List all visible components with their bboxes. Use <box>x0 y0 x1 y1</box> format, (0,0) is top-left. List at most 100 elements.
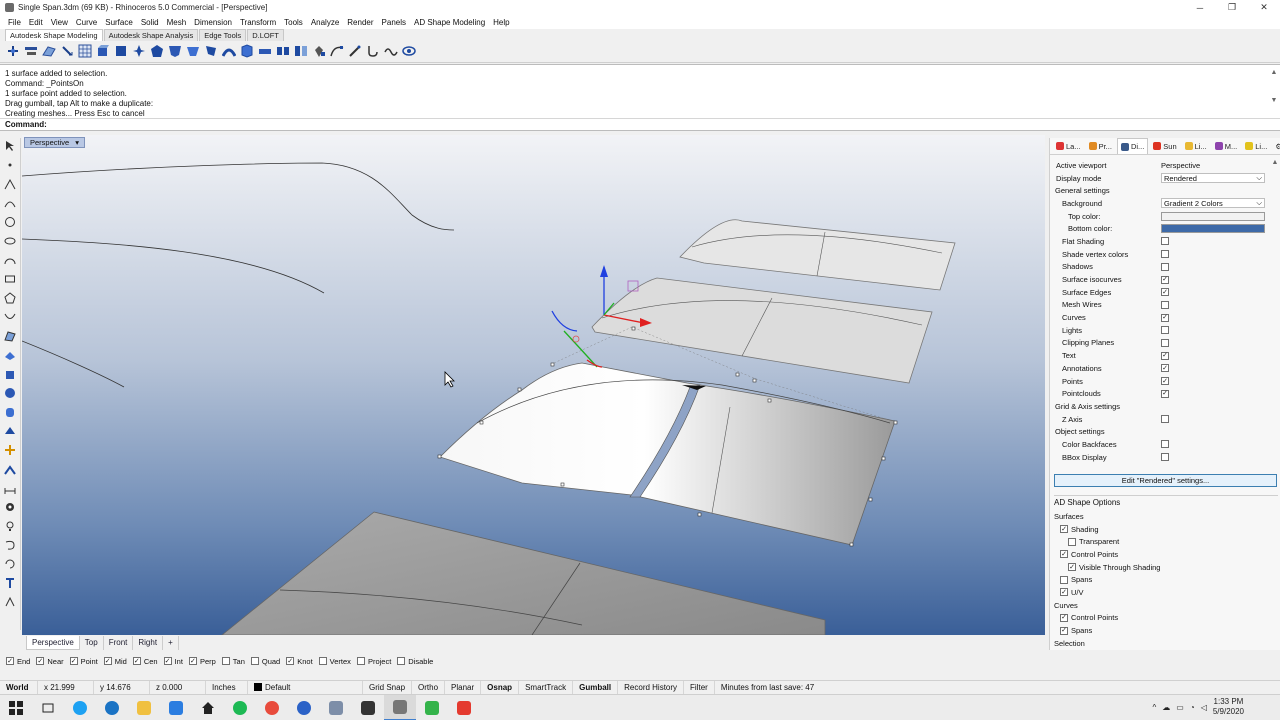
ad-option-row[interactable]: ✓ U/V <box>1054 586 1278 599</box>
ellipse-icon[interactable] <box>3 234 17 248</box>
osnap-checkbox[interactable] <box>318 657 327 665</box>
tab-lights[interactable]: Li... <box>1242 138 1270 154</box>
menu-panels[interactable]: Panels <box>378 18 410 27</box>
add-viewport-tab-button[interactable]: + <box>163 636 179 650</box>
render-icon[interactable] <box>3 500 17 514</box>
extrude-tool-icon[interactable] <box>239 43 255 59</box>
hook-curve-icon[interactable] <box>3 538 17 552</box>
smarttrack-toggle[interactable]: SmartTrack <box>519 680 574 695</box>
ad-option-checkbox[interactable]: ✓ <box>1060 550 1068 559</box>
display-option-checkbox[interactable]: ✓ <box>1161 275 1169 284</box>
select-arrow-icon[interactable] <box>3 139 17 153</box>
osnap-checkbox[interactable] <box>221 657 230 665</box>
osnap-checkbox[interactable]: ✓ <box>286 657 295 665</box>
sphere-solid-icon[interactable] <box>3 386 17 400</box>
ad-option-checkbox[interactable] <box>1068 537 1076 546</box>
record-history-toggle[interactable]: Record History <box>618 680 685 695</box>
ad-option-checkbox[interactable]: ✓ <box>1060 613 1068 622</box>
display-option-checkbox[interactable]: ✓ <box>1161 377 1169 386</box>
surface-tool-icon[interactable] <box>41 43 57 59</box>
menu-dimension[interactable]: Dimension <box>190 18 236 27</box>
camtasia-red-icon[interactable] <box>448 695 480 720</box>
menu-transform[interactable]: Transform <box>236 18 280 27</box>
osnap-disable[interactable]: Disable <box>397 657 433 666</box>
ad-option-row[interactable]: ✓ Shading <box>1054 523 1278 536</box>
osnap-checkbox[interactable] <box>397 657 406 665</box>
camtasia-green-icon[interactable] <box>416 695 448 720</box>
ad-option-checkbox[interactable] <box>1060 575 1068 584</box>
display-option-checkbox[interactable] <box>1161 250 1169 259</box>
menu-analyze[interactable]: Analyze <box>307 18 343 27</box>
gumball-toggle[interactable]: Gumball <box>573 680 619 695</box>
extrude-surface-icon[interactable] <box>3 348 17 362</box>
osnap-checkbox[interactable] <box>356 657 365 665</box>
display-option-checkbox[interactable]: ✓ <box>1161 288 1169 297</box>
ad-option-checkbox[interactable]: ✓ <box>1060 525 1068 534</box>
tab-front[interactable]: Front <box>104 636 134 650</box>
surface-from-curves-icon[interactable] <box>3 329 17 343</box>
ad-option-row[interactable]: ✓ Control Points <box>1054 548 1278 561</box>
document-icon[interactable] <box>320 695 352 720</box>
chrome-icon[interactable] <box>256 695 288 720</box>
ad-option-checkbox[interactable]: ✓ <box>1068 563 1076 572</box>
menu-surface[interactable]: Surface <box>101 18 137 27</box>
tab-properties[interactable]: Pr... <box>1086 138 1115 154</box>
curve-tool-icon[interactable] <box>329 43 345 59</box>
top-color-swatch[interactable] <box>1161 211 1265 221</box>
ad-option-row[interactable]: ✓ Visible Through Shading <box>1054 561 1278 574</box>
osnap-checkbox[interactable]: ✓ <box>69 657 78 665</box>
tab-top[interactable]: Top <box>80 636 104 650</box>
tab-libraries[interactable]: Li... <box>1182 138 1210 154</box>
osnap-toggle[interactable]: Osnap <box>481 680 520 695</box>
ad-option-row[interactable]: Spans <box>1054 573 1278 586</box>
flow-tool-icon[interactable] <box>185 43 201 59</box>
units-indicator[interactable]: Inches <box>206 680 248 695</box>
text-icon[interactable] <box>3 576 17 590</box>
viewport-title[interactable]: Perspective ▾ <box>24 137 85 148</box>
ad-option-row[interactable]: ✓ Spans <box>1054 624 1278 637</box>
osnap-checkbox[interactable]: ✓ <box>103 657 112 665</box>
osnap-int[interactable]: ✓ Int <box>163 657 183 666</box>
pen-tool-icon[interactable] <box>347 43 363 59</box>
osnap-tan[interactable]: Tan <box>221 657 245 666</box>
home-icon[interactable] <box>192 695 224 720</box>
battery-icon[interactable]: ▭ <box>1176 703 1184 712</box>
display-option-checkbox[interactable]: ✓ <box>1161 364 1169 373</box>
osnap-checkbox[interactable]: ✓ <box>163 657 172 665</box>
tab-dloft[interactable]: D.LOFT <box>247 29 284 41</box>
display-option-checkbox[interactable]: ✓ <box>1161 313 1169 322</box>
properties-scrollbar[interactable]: ▲ <box>1271 159 1279 469</box>
menu-solid[interactable]: Solid <box>137 18 163 27</box>
panel-settings-icon[interactable]: ⚙ <box>1272 138 1280 154</box>
osnap-checkbox[interactable]: ✓ <box>6 657 14 665</box>
skype-icon[interactable] <box>64 695 96 720</box>
perspective-viewport[interactable]: Perspective ▾ <box>22 135 1045 635</box>
close-button[interactable]: ✕ <box>1248 0 1280 15</box>
calculator-icon[interactable] <box>352 695 384 720</box>
cylinder-solid-icon[interactable] <box>3 405 17 419</box>
task-view-icon[interactable] <box>32 695 64 720</box>
blend-tool-icon[interactable] <box>275 43 291 59</box>
ad-option-row[interactable]: Transparent <box>1054 535 1278 548</box>
plane-tool-icon[interactable] <box>113 43 129 59</box>
ad-option-checkbox[interactable]: ✓ <box>1060 588 1068 597</box>
menu-file[interactable]: File <box>4 18 25 27</box>
tab-autodesk-shape-modeling[interactable]: Autodesk Shape Modeling <box>5 29 103 41</box>
osnap-point[interactable]: ✓ Point <box>69 657 98 666</box>
network-icon[interactable]: ◔ <box>1190 703 1195 712</box>
restore-button[interactable]: ❐ <box>1216 0 1248 15</box>
grid-snap-toggle[interactable]: Grid Snap <box>363 680 413 695</box>
osnap-end[interactable]: ✓ End <box>6 657 30 666</box>
edge-icon[interactable] <box>96 695 128 720</box>
rhino-taskbar-icon[interactable] <box>384 694 416 720</box>
transform-icon[interactable] <box>3 443 17 457</box>
osnap-near[interactable]: ✓ Near <box>36 657 64 666</box>
osnap-cen[interactable]: ✓ Cen <box>132 657 158 666</box>
file-explorer-icon[interactable] <box>128 695 160 720</box>
layer-indicator[interactable]: Default <box>248 680 363 695</box>
onedrive-icon[interactable]: ☁ <box>1162 703 1170 712</box>
command-prompt[interactable]: Command: <box>0 118 1280 131</box>
curve-icon[interactable] <box>3 196 17 210</box>
osnap-mid[interactable]: ✓ Mid <box>103 657 127 666</box>
tab-autodesk-shape-analysis[interactable]: Autodesk Shape Analysis <box>103 29 199 41</box>
